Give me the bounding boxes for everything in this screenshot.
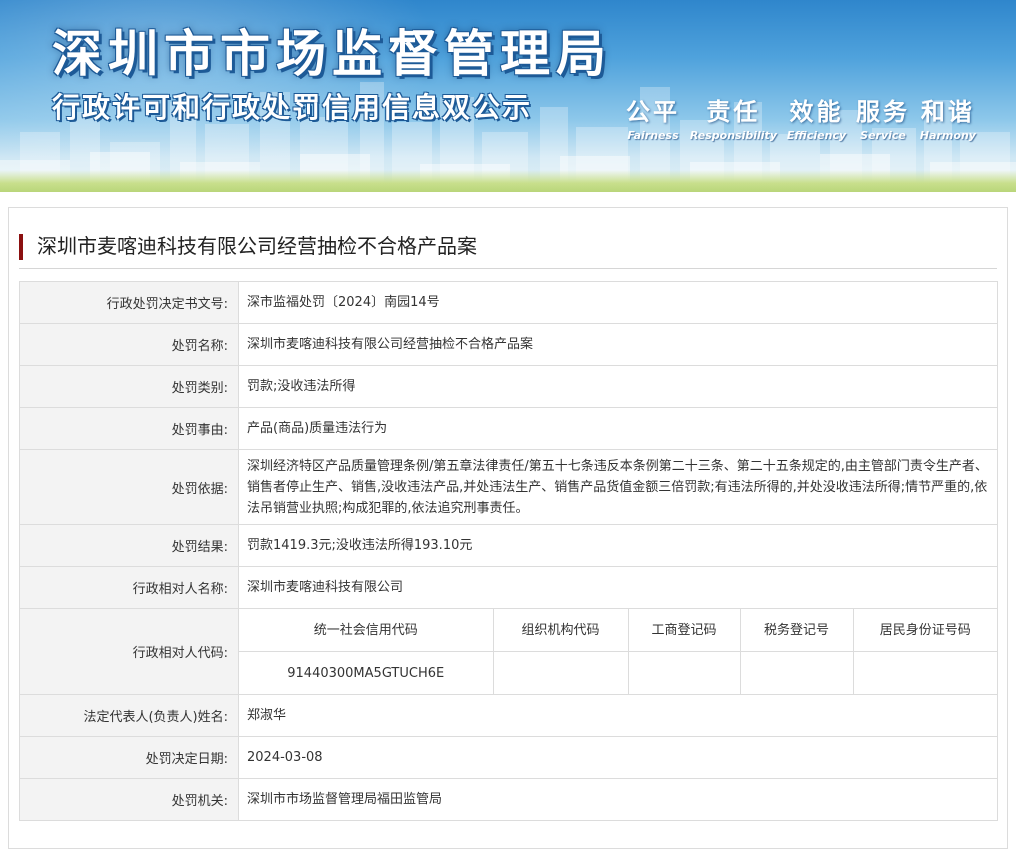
table-row: 处罚依据: 深圳经济特区产品质量管理条例/第五章法律责任/第五十七条违反本条例第… xyxy=(19,449,998,525)
id-card-value xyxy=(852,651,997,694)
page-title: 深圳市麦喀迪科技有限公司经营抽检不合格产品案 xyxy=(37,234,477,258)
legal-rep-value: 郑淑华 xyxy=(238,694,998,737)
penalty-details-table: 行政处罚决定书文号: 深市监福处罚〔2024〕南园14号 处罚名称: 深圳市麦喀… xyxy=(19,281,998,821)
party-name-value: 深圳市麦喀迪科技有限公司 xyxy=(238,566,998,609)
column-header: 税务登记号 xyxy=(739,609,854,652)
tax-reg-value xyxy=(739,651,854,694)
slogan-efficiency: 效能 Efficiency xyxy=(787,92,846,142)
field-label: 处罚机关: xyxy=(19,778,239,821)
party-codes-cell: 统一社会信用代码 组织机构代码 工商登记码 税务登记号 居民身份证号码 9144… xyxy=(238,608,998,695)
slogan-cn: 公平 xyxy=(626,98,680,126)
column-header: 统一社会信用代码 xyxy=(239,609,494,652)
authority-value: 深圳市市场监督管理局福田监管局 xyxy=(238,778,998,821)
codes-header-row: 统一社会信用代码 组织机构代码 工商登记码 税务登记号 居民身份证号码 xyxy=(239,609,997,652)
decision-date-value: 2024-03-08 xyxy=(238,736,998,779)
field-label: 处罚类别: xyxy=(19,365,239,408)
field-label: 法定代表人(负责人)姓名: xyxy=(19,694,239,737)
codes-value-row: 91440300MA5GTUCH6E xyxy=(239,651,997,694)
reason-value: 产品(商品)质量违法行为 xyxy=(238,407,998,450)
table-row: 行政相对人代码: 统一社会信用代码 组织机构代码 工商登记码 税务登记号 居民身… xyxy=(19,608,998,695)
slogan-en: Responsibility xyxy=(689,129,777,142)
page-title-bar: 深圳市麦喀迪科技有限公司经营抽检不合格产品案 xyxy=(19,224,997,269)
decision-number-value: 深市监福处罚〔2024〕南园14号 xyxy=(238,281,998,324)
field-label: 处罚结果: xyxy=(19,524,239,567)
table-row: 处罚机关: 深圳市市场监督管理局福田监管局 xyxy=(19,778,998,821)
table-row: 处罚事由: 产品(商品)质量违法行为 xyxy=(19,407,998,450)
field-label: 行政相对人代码: xyxy=(19,608,239,695)
slogan-en: Harmony xyxy=(919,129,976,142)
column-header: 组织机构代码 xyxy=(492,609,629,652)
title-accent-bar xyxy=(19,234,23,260)
slogan-en: Efficiency xyxy=(786,129,847,142)
slogan-responsibility: 责任 Responsibility xyxy=(690,92,777,142)
table-row: 处罚结果: 罚款1419.3元;没收违法所得193.10元 xyxy=(19,524,998,567)
field-label: 行政处罚决定书文号: xyxy=(19,281,239,324)
table-row: 处罚名称: 深圳市麦喀迪科技有限公司经营抽检不合格产品案 xyxy=(19,323,998,366)
banner-slogans: 公平 Fairness 责任 Responsibility 效能 Efficie… xyxy=(626,92,976,142)
slogan-cn: 责任 xyxy=(706,98,761,126)
field-label: 行政相对人名称: xyxy=(19,566,239,609)
content-panel: 深圳市麦喀迪科技有限公司经营抽检不合格产品案 行政处罚决定书文号: 深市监福处罚… xyxy=(8,207,1008,849)
column-header: 工商登记码 xyxy=(627,609,741,652)
party-codes-table: 统一社会信用代码 组织机构代码 工商登记码 税务登记号 居民身份证号码 9144… xyxy=(239,609,997,694)
banner-subtitle: 行政许可和行政处罚信用信息双公示 xyxy=(52,91,533,124)
slogan-cn: 效能 xyxy=(789,98,844,126)
header-banner: 深圳市市场监督管理局 行政许可和行政处罚信用信息双公示 公平 Fairness … xyxy=(0,0,1016,192)
org-code-value xyxy=(492,651,629,694)
legal-basis-value: 深圳经济特区产品质量管理条例/第五章法律责任/第五十七条违反本条例第二十三条、第… xyxy=(238,449,998,525)
column-header: 居民身份证号码 xyxy=(852,609,997,652)
table-row: 行政处罚决定书文号: 深市监福处罚〔2024〕南园14号 xyxy=(19,281,998,324)
business-reg-value xyxy=(627,651,741,694)
field-label: 处罚决定日期: xyxy=(19,736,239,779)
slogan-en: Fairness xyxy=(627,129,679,142)
result-value: 罚款1419.3元;没收违法所得193.10元 xyxy=(238,524,998,567)
slogan-fairness: 公平 Fairness xyxy=(626,92,680,142)
table-row: 行政相对人名称: 深圳市麦喀迪科技有限公司 xyxy=(19,566,998,609)
field-label: 处罚依据: xyxy=(19,449,239,525)
table-row: 处罚决定日期: 2024-03-08 xyxy=(19,736,998,779)
slogan-service: 服务 Service xyxy=(856,92,910,142)
slogan-harmony: 和谐 Harmony xyxy=(920,92,976,142)
slogan-cn: 和谐 xyxy=(920,98,975,126)
case-name-value: 深圳市麦喀迪科技有限公司经营抽检不合格产品案 xyxy=(238,323,998,366)
table-row: 处罚类别: 罚款;没收违法所得 xyxy=(19,365,998,408)
field-label: 处罚名称: xyxy=(19,323,239,366)
banner-title: 深圳市市场监督管理局 xyxy=(52,25,612,83)
table-row: 法定代表人(负责人)姓名: 郑淑华 xyxy=(19,694,998,737)
slogan-cn: 服务 xyxy=(856,98,911,126)
field-label: 处罚事由: xyxy=(19,407,239,450)
credit-code-value: 91440300MA5GTUCH6E xyxy=(239,651,494,694)
banner-grass xyxy=(0,170,1016,192)
slogan-en: Service xyxy=(860,129,906,142)
category-value: 罚款;没收违法所得 xyxy=(238,365,998,408)
